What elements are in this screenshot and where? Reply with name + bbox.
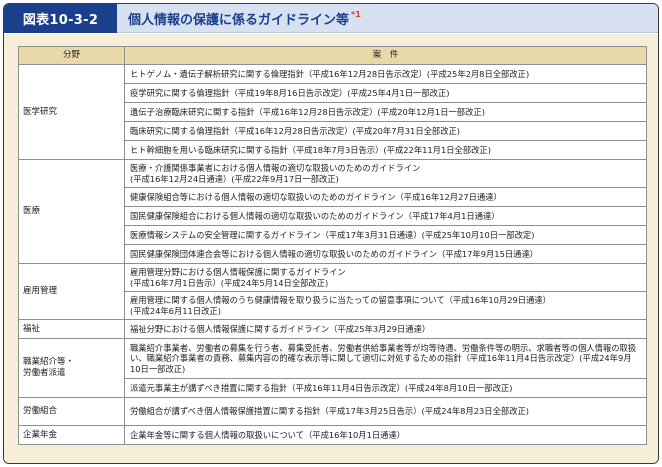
- table-row: 医学研究 ヒトゲノム・遺伝子解析研究に関する倫理指針（平成16年12月28日告示…: [18, 64, 647, 160]
- guideline-item-line: 雇用管理分野における個人情報保護に関するガイドライン: [130, 266, 346, 277]
- table-header-row: 分野 案 件: [18, 46, 647, 65]
- guideline-item-line: (平成16年7月1日告示）(平成24年5月14日全部改正): [130, 277, 329, 288]
- guideline-item: 国民健康保険団体連合会等における個人情報の適切な取扱いのためのガイドライン（平成…: [124, 244, 647, 264]
- figure-body: 分野 案 件 医学研究 ヒトゲノム・遺伝子解析研究に関する倫理指針（平成16年1…: [4, 34, 658, 463]
- guideline-item: 雇用管理分野における個人情報保護に関するガイドライン (平成16年7月1日告示）…: [124, 263, 647, 292]
- guideline-item-line: (平成16年12月24日通達）(平成22年9月17日一部改正): [130, 173, 339, 184]
- figure-title: 個人情報の保護に係るガイドライン等 *1: [128, 4, 361, 33]
- guideline-item: ヒト幹細胞を用いる臨床研究に関する指針（平成18年7月3日告示）(平成22年11…: [124, 140, 647, 160]
- guideline-item: 派遣元事業主が講ずべき措置に関する指針（平成16年11月4日告示改定）(平成24…: [124, 378, 647, 398]
- table-row: 福祉 福祉分野における個人情報保護に関するガイドライン（平成25年3月29日通達…: [18, 319, 647, 339]
- table-row: 職業紹介等・ 労働者派遣 職業紹介事業者、労働者の募集を行う者、募集受託者、労働…: [18, 338, 647, 398]
- guideline-item: 遺伝子治療臨床研究に関する指針（平成16年12月28日告示改定）(平成20年12…: [124, 102, 647, 122]
- category-cell: 福祉: [18, 319, 125, 339]
- figure-label: 図表10-3-2: [4, 4, 117, 33]
- guideline-table: 分野 案 件 医学研究 ヒトゲノム・遺伝子解析研究に関する倫理指針（平成16年1…: [18, 46, 647, 445]
- guideline-item: 国民健康保険組合における個人情報の適切な取扱いのためのガイドライン（平成17年4…: [124, 206, 647, 226]
- guideline-item: 職業紹介事業者、労働者の募集を行う者、募集受託者、労働者供給事業者等が均等待遇、…: [124, 338, 647, 379]
- category-cell: 職業紹介等・ 労働者派遣: [18, 338, 125, 398]
- table-row: 労働組合 労働組合が講ずべき個人情報保護措置に関する指針（平成17年3月25日告…: [18, 397, 647, 426]
- footnote-mark: *1: [351, 10, 361, 19]
- guideline-item-line: (平成24年6月11日改正): [130, 305, 221, 316]
- category-cell: 労働組合: [18, 397, 125, 426]
- guideline-item: 労働組合が講ずべき個人情報保護措置に関する指針（平成17年3月25日告示）(平成…: [124, 397, 647, 426]
- figure-title-text: 個人情報の保護に係るガイドライン等: [128, 13, 350, 28]
- guideline-item: 健康保険組合等における個人情報の適切な取扱いのためのガイドライン（平成16年12…: [124, 187, 647, 207]
- guideline-item: 福祉分野における個人情報保護に関するガイドライン（平成25年3月29日通達）: [124, 319, 647, 339]
- category-cell: 雇用管理: [18, 263, 125, 320]
- figure-header: 図表10-3-2 個人情報の保護に係るガイドライン等 *1: [4, 4, 658, 33]
- guideline-item: 雇用管理に関する個人情報のうち健康情報を取り扱うに当たっての留意事項について（平…: [124, 291, 647, 320]
- table-row: 雇用管理 雇用管理分野における個人情報保護に関するガイドライン (平成16年7月…: [18, 263, 647, 320]
- guideline-item: 臨床研究に関する倫理指針（平成16年12月28日告示改定）(平成20年7月31日…: [124, 121, 647, 141]
- guideline-item: 企業年金等に関する個人情報の取扱いについて（平成16年10月1日通達）: [124, 425, 647, 445]
- figure-frame: 図表10-3-2 個人情報の保護に係るガイドライン等 *1 分野 案 件 医学研究…: [3, 3, 659, 464]
- table-body: 医学研究 ヒトゲノム・遺伝子解析研究に関する倫理指針（平成16年12月28日告示…: [18, 64, 647, 445]
- category-cell: 医療: [18, 159, 125, 264]
- guideline-item: 疫学研究に関する倫理指針（平成19年8月16日告示改定）(平成25年4月1日一部…: [124, 83, 647, 103]
- guideline-item: 医療情報システムの安全管理に関するガイドライン（平成17年3月31日通達）(平成…: [124, 225, 647, 245]
- column-header-item: 案 件: [124, 46, 647, 65]
- guideline-item: 医療・介護関係事業者における個人情報の適切な取扱いのためのガイドライン (平成1…: [124, 159, 647, 188]
- guideline-item-line: 雇用管理に関する個人情報のうち健康情報を取り扱うに当たっての留意事項について（平…: [130, 294, 551, 305]
- category-cell: 医学研究: [18, 64, 125, 160]
- category-cell: 企業年金: [18, 425, 125, 445]
- guideline-item: ヒトゲノム・遺伝子解析研究に関する倫理指針（平成16年12月28日告示改定）(平…: [124, 64, 647, 84]
- guideline-item-line: 医療・介護関係事業者における個人情報の適切な取扱いのためのガイドライン: [130, 162, 421, 173]
- table-row: 医療 医療・介護関係事業者における個人情報の適切な取扱いのためのガイドライン (…: [18, 159, 647, 264]
- column-header-field: 分野: [18, 46, 125, 65]
- table-row: 企業年金 企業年金等に関する個人情報の取扱いについて（平成16年10月1日通達）: [18, 425, 647, 445]
